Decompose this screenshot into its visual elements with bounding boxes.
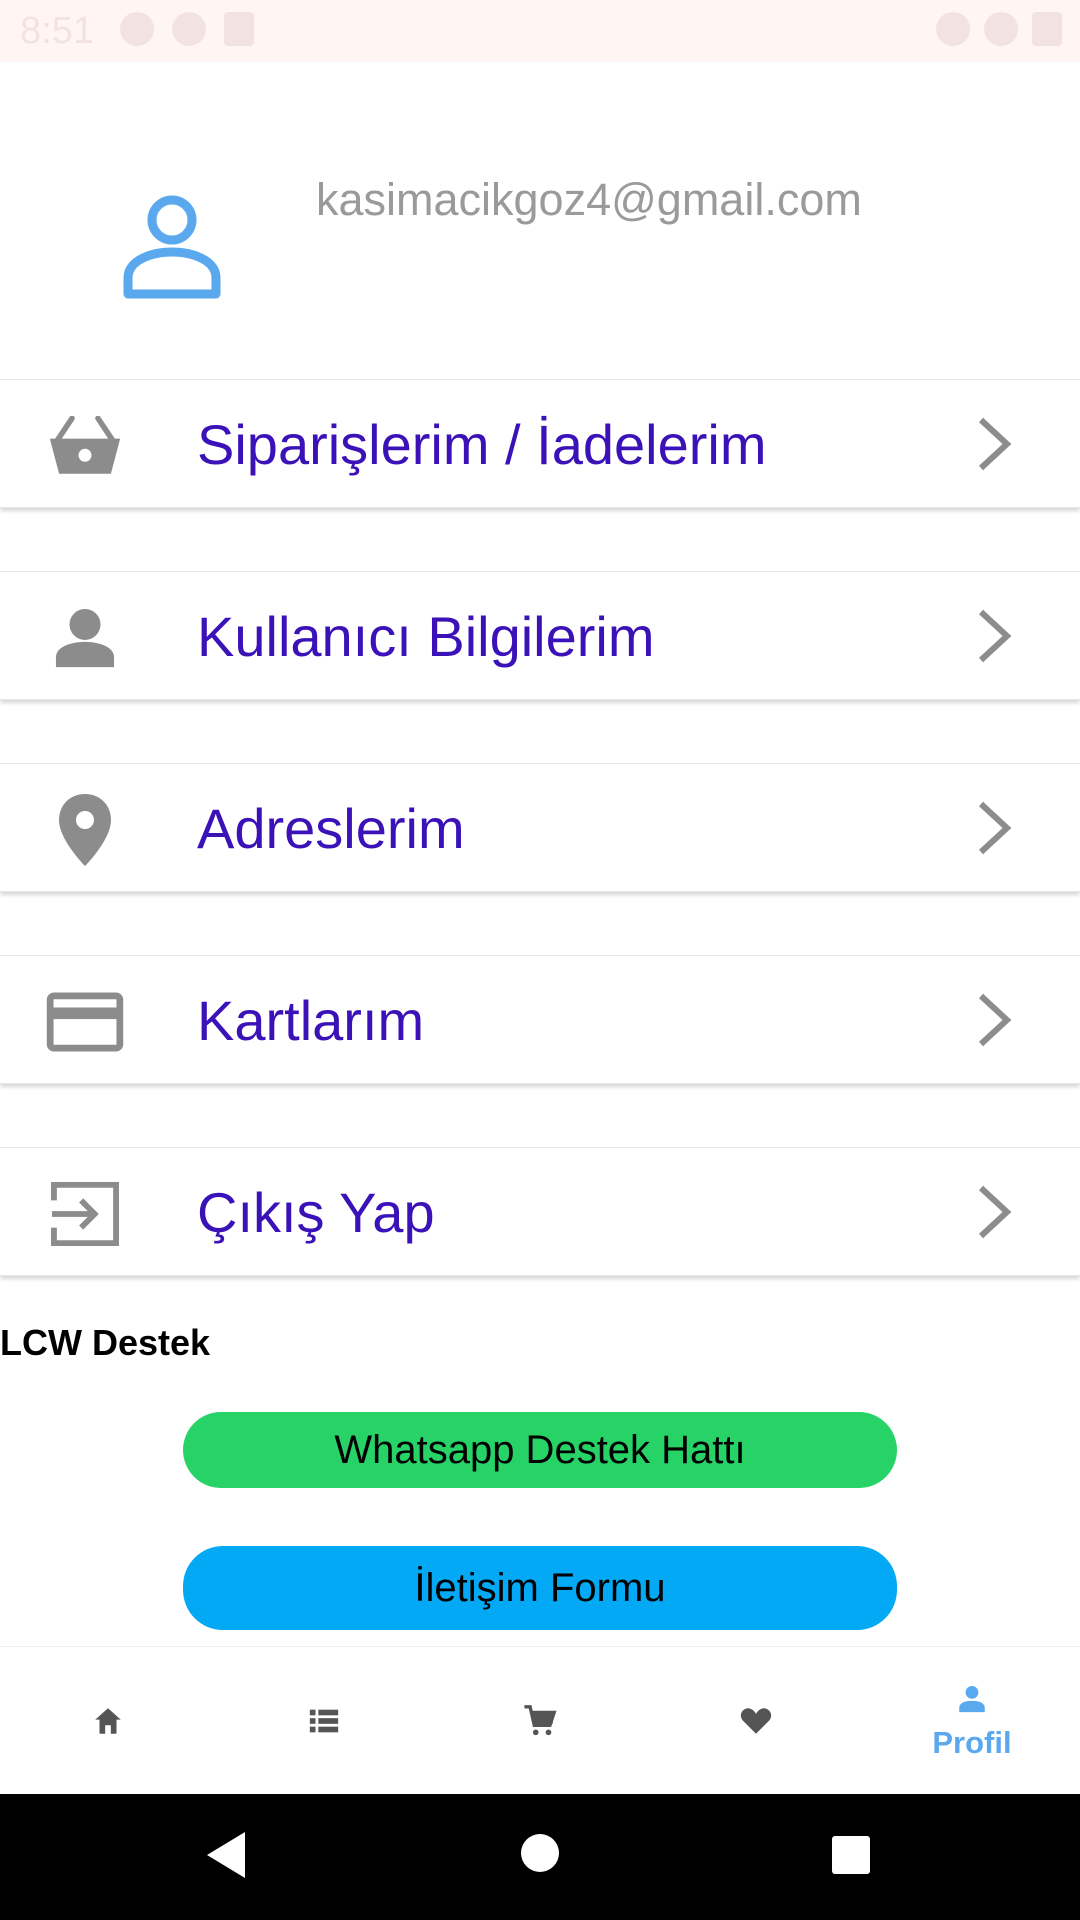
nav-home[interactable] — [0, 1647, 216, 1795]
battery-icon — [1032, 12, 1062, 46]
person-icon — [40, 598, 130, 678]
profile-email: kasimacikgoz4@gmail.com — [316, 174, 862, 225]
system-nav-bar — [0, 1794, 1080, 1920]
nav-profile[interactable]: Profil — [864, 1647, 1080, 1795]
menu-item-addresses[interactable]: Adreslerim — [0, 763, 1080, 892]
recents-icon[interactable] — [830, 1834, 872, 1876]
credit-card-icon — [40, 982, 130, 1062]
menu-item-cards[interactable]: Kartlarım — [0, 955, 1080, 1084]
status-system-icons — [936, 12, 1062, 46]
whatsapp-support-button[interactable]: Whatsapp Destek Hattı — [183, 1412, 897, 1488]
chevron-right-icon — [975, 1184, 1015, 1240]
menu-item-label: Kullanıcı Bilgilerim — [197, 605, 655, 668]
menu-item-orders[interactable]: Siparişlerim / İadelerim — [0, 379, 1080, 508]
contact-form-button[interactable]: İletişim Formu — [183, 1546, 897, 1630]
support-title: LCW Destek — [0, 1322, 211, 1363]
bottom-nav: Profil — [0, 1646, 1080, 1795]
menu-item-label: Siparişlerim / İadelerim — [197, 413, 767, 476]
chevron-right-icon — [975, 608, 1015, 664]
nav-favorites[interactable] — [648, 1647, 864, 1795]
profile-avatar-icon — [122, 190, 222, 300]
shield-icon — [172, 12, 206, 46]
status-time: 8:51 — [20, 10, 94, 52]
nav-cart[interactable] — [432, 1647, 648, 1795]
status-notification-icons — [120, 12, 254, 46]
logout-icon — [40, 1174, 130, 1254]
person-icon — [959, 1685, 985, 1713]
signal-icon — [984, 12, 1018, 46]
sd-card-icon — [224, 12, 254, 46]
menu-item-logout[interactable]: Çıkış Yap — [0, 1147, 1080, 1276]
heart-icon — [740, 1708, 772, 1734]
status-bar: 8:51 — [0, 0, 1080, 62]
home-icon — [95, 1708, 121, 1734]
chevron-right-icon — [975, 992, 1015, 1048]
list-icon — [309, 1709, 339, 1733]
chevron-right-icon — [975, 416, 1015, 472]
wifi-icon — [936, 12, 970, 46]
menu-item-label: Adreslerim — [197, 797, 465, 860]
shopping-basket-icon — [40, 406, 130, 486]
home-circle-icon[interactable] — [519, 1832, 561, 1874]
menu-item-label: Çıkış Yap — [197, 1181, 435, 1244]
settings-icon — [120, 12, 154, 46]
nav-profile-label: Profil — [932, 1725, 1012, 1760]
cart-icon — [524, 1705, 557, 1736]
location-pin-icon — [40, 790, 130, 870]
chevron-right-icon — [975, 800, 1015, 856]
back-icon[interactable] — [203, 1830, 247, 1880]
menu-item-label: Kartlarım — [197, 989, 425, 1052]
nav-categories[interactable] — [216, 1647, 432, 1795]
menu-item-user-info[interactable]: Kullanıcı Bilgilerim — [0, 571, 1080, 700]
